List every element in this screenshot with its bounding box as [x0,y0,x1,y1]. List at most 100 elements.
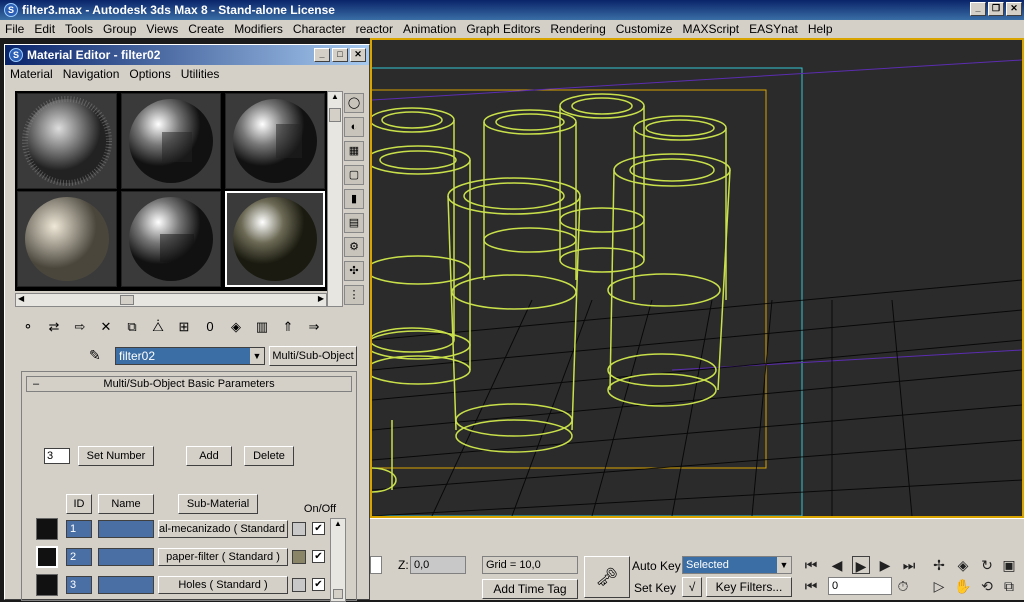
me-minimize-button[interactable]: _ [314,48,330,62]
me-menu-material[interactable]: Material [5,67,58,81]
onoff-checkbox[interactable]: ✔ [312,522,325,535]
sample-uv-tiling-icon[interactable]: ▢ [344,165,364,185]
menu-easynat[interactable]: EASYnat [744,22,803,36]
go-forward-sibling-icon[interactable]: ⇒ [303,319,325,341]
sample-slot[interactable] [225,93,325,189]
get-material-icon[interactable]: ⚬ [17,319,39,341]
add-button[interactable]: Add [186,446,232,466]
set-number-button[interactable]: Set Number [78,446,154,466]
sub-material-button[interactable]: Holes ( Standard ) [158,576,288,594]
make-unique-icon[interactable]: ⧊ [147,319,169,341]
zoom-extents-icon[interactable]: ▣ [1000,556,1018,574]
show-end-result-icon[interactable]: ▥ [251,319,273,341]
maximize-viewport-icon[interactable]: ⧉ [1000,577,1018,595]
assign-to-selection-icon[interactable]: ⇨ [69,319,91,341]
x-coordinate-field[interactable] [370,556,382,574]
onoff-checkbox[interactable]: ✔ [312,578,325,591]
rollout-header[interactable]: – Multi/Sub-Object Basic Parameters [26,376,352,392]
scroll-thumb[interactable] [333,589,343,599]
sub-material-button[interactable]: al-mecanizado ( Standard ) [158,520,288,538]
minimize-button[interactable]: _ [970,2,986,16]
orbit-icon[interactable]: ↻ [978,556,996,574]
material-name-field[interactable]: filter02 ▼ [115,347,265,365]
scroll-left-icon[interactable]: ◀ [18,294,24,303]
scroll-thumb[interactable] [120,295,134,305]
zoom-all-icon[interactable]: ◈ [954,556,972,574]
scroll-up-icon[interactable]: ▲ [331,519,345,531]
sample-slot[interactable] [121,93,221,189]
video-color-check-icon[interactable]: ▮ [344,189,364,209]
sub-material-swatch[interactable] [36,518,58,540]
me-menu-options[interactable]: Options [124,67,175,81]
scroll-right-icon[interactable]: ▶ [318,294,324,303]
arc-rotate-icon[interactable]: ⟲ [978,577,996,595]
background-checker-icon[interactable]: ▦ [344,141,364,161]
z-coordinate-field[interactable]: 0,0 [410,556,466,574]
sub-name-field[interactable] [98,520,154,538]
make-preview-icon[interactable]: ▤ [344,213,364,233]
scroll-thumb[interactable] [329,108,341,122]
select-by-material-icon[interactable]: ✣ [344,261,364,281]
put-to-scene-icon[interactable]: ⇄ [43,319,65,341]
reset-map-icon[interactable]: ✕ [95,319,117,341]
put-to-library-icon[interactable]: ⊞ [173,319,195,341]
menu-create[interactable]: Create [183,22,229,36]
make-copy-icon[interactable]: ⧉ [121,319,143,341]
time-configuration-icon[interactable]: ⏱ [894,577,912,595]
id-sort-button[interactable]: ID [66,494,92,514]
onoff-checkbox[interactable]: ✔ [312,550,325,563]
set-key-label[interactable]: Set Key [634,581,676,595]
sub-material-sort-button[interactable]: Sub-Material [178,494,258,514]
id-field[interactable]: 2 [66,548,92,566]
menu-character[interactable]: Character [288,22,351,36]
sample-type-icon[interactable]: ◯ [344,93,364,113]
perspective-viewport[interactable] [370,38,1024,518]
menu-customize[interactable]: Customize [611,22,678,36]
sample-slots-vertical-scrollbar[interactable]: ▲ [327,91,343,307]
menu-edit[interactable]: Edit [29,22,60,36]
close-button[interactable]: ✕ [1006,2,1022,16]
play-icon[interactable]: ▶ [852,556,870,574]
menu-modifiers[interactable]: Modifiers [229,22,288,36]
menu-maxscript[interactable]: MAXScript [677,22,744,36]
show-map-in-viewport-icon[interactable]: ◈ [225,319,247,341]
menu-animation[interactable]: Animation [398,22,461,36]
previous-frame-icon[interactable]: ◀ [828,556,846,574]
add-time-tag-button[interactable]: Add Time Tag [482,579,578,599]
material-type-button[interactable]: Multi/Sub-Object [269,346,357,366]
me-close-button[interactable]: ✕ [350,48,366,62]
go-to-start-icon[interactable]: ⏮ [802,556,820,574]
me-maximize-button[interactable]: □ [332,48,348,62]
color-swatch[interactable] [292,550,306,564]
id-field[interactable]: 3 [66,576,92,594]
sub-name-field[interactable] [98,576,154,594]
sub-material-swatch-selected[interactable] [36,546,58,568]
options-icon[interactable]: ⚙ [344,237,364,257]
material-effects-channel-icon[interactable]: 0 [199,319,221,341]
key-filters-button[interactable]: Key Filters... [706,577,792,597]
backlight-icon[interactable]: ◐ [344,117,364,137]
key-mode-toggle-icon[interactable]: ⏮ [802,577,820,595]
field-of-view-icon[interactable]: ▷ [930,577,948,595]
set-key-mode-key-icon[interactable]: 🗝 [584,556,630,598]
menu-group[interactable]: Group [98,22,141,36]
id-field[interactable]: 1 [66,520,92,538]
menu-rendering[interactable]: Rendering [545,22,610,36]
rollout-collapse-toggle[interactable]: – [33,377,39,391]
sub-material-list-scrollbar[interactable]: ▲ [330,518,346,602]
sample-slot[interactable] [121,191,221,287]
go-to-end-icon[interactable]: ⏭ [900,556,918,574]
scroll-up-icon[interactable]: ▲ [328,92,342,106]
key-selection-dropdown[interactable]: Selected ▼ [682,556,792,574]
pick-material-eyedropper-icon[interactable]: ✎ [89,347,101,364]
sub-material-button[interactable]: paper-filter ( Standard ) [158,548,288,566]
set-number-field[interactable]: 3 [44,448,70,464]
default-tangent-icon[interactable]: √ [682,577,702,597]
menu-graph-editors[interactable]: Graph Editors [461,22,545,36]
sub-name-field[interactable] [98,548,154,566]
menu-reactor[interactable]: reactor [351,22,398,36]
menu-views[interactable]: Views [141,22,183,36]
next-frame-icon[interactable]: ▶ [876,556,894,574]
material-map-navigator-icon[interactable]: ⋮ [344,285,364,305]
menu-tools[interactable]: Tools [60,22,98,36]
